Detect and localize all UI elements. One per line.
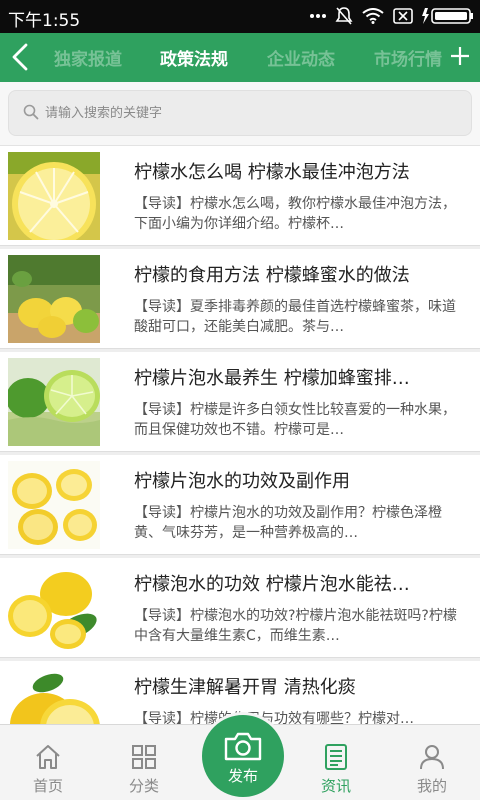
search-icon: [23, 104, 39, 120]
article-summary: 【导读】夏季排毒养颜的最佳首选柠檬蜂蜜茶，味道酸甜可口，还能美白减肥。茶与…: [134, 299, 456, 335]
tab-exclusive[interactable]: 独家报道: [54, 45, 122, 70]
article-summary: 【导读】柠檬片泡水的功效及副作用？柠檬色泽橙黄、气味芬芳，是一种营养极高的…: [134, 505, 442, 541]
category-tabs: 独家报道 政策法规 企业动态 市场行情: [42, 33, 444, 82]
top-nav: 独家报道 政策法规 企业动态 市场行情: [0, 33, 480, 82]
article-title: 柠檬水怎么喝 柠檬水最佳冲泡方法: [134, 162, 410, 183]
tab-market[interactable]: 市场行情: [374, 45, 442, 70]
tab-policy[interactable]: 政策法规: [160, 45, 228, 70]
article-item[interactable]: 柠檬水怎么喝 柠檬水最佳冲泡方法 【导读】柠檬水怎么喝，教你柠檬水最佳冲泡方法，…: [0, 146, 480, 246]
nav-mine-label: 我的: [416, 777, 447, 795]
nav-category[interactable]: 分类: [96, 725, 192, 800]
publish-label: 发布: [227, 767, 258, 785]
battery-icon: [422, 8, 473, 24]
article-summary: 【导读】柠檬水怎么喝，教你柠檬水最佳冲泡方法，下面小编为你详细介绍。柠檬杯…: [134, 196, 456, 232]
status-bar: 下午1:55: [0, 0, 480, 33]
lemon-leaves-thumbnail: [8, 564, 100, 652]
search-box[interactable]: [8, 90, 472, 136]
camera-icon: [224, 732, 262, 761]
status-icons: [310, 5, 474, 27]
mute-icon: [335, 7, 353, 25]
article-item[interactable]: 柠檬的食用方法 柠檬蜂蜜水的做法 【导读】夏季排毒养颜的最佳首选柠檬蜂蜜茶，味道…: [0, 249, 480, 349]
article-title: 柠檬生津解暑开胃 清热化痰: [134, 677, 356, 698]
search-input[interactable]: [45, 101, 445, 125]
lemon-half-thumbnail: [8, 667, 100, 724]
lemon-halves-thumbnail: [8, 461, 100, 549]
article-title: 柠檬片泡水最养生 柠檬加蜂蜜排…: [134, 368, 410, 389]
grid-icon: [132, 745, 156, 769]
nav-category-label: 分类: [128, 777, 159, 795]
article-title: 柠檬的食用方法 柠檬蜂蜜水的做法: [134, 265, 410, 286]
limes-water-thumbnail: [8, 358, 100, 446]
sim-icon: [393, 8, 413, 24]
article-item[interactable]: 柠檬泡水的功效 柠檬片泡水能祛… 【导读】柠檬泡水的功效?柠檬片泡水能祛斑吗?柠…: [0, 558, 480, 658]
article-summary: 【导读】柠檬的作用与功效有哪些？柠檬对…: [134, 711, 414, 724]
article-list: 柠檬水怎么喝 柠檬水最佳冲泡方法 【导读】柠檬水怎么喝，教你柠檬水最佳冲泡方法，…: [0, 146, 480, 724]
tab-company-news[interactable]: 企业动态: [267, 45, 335, 70]
article-item[interactable]: 柠檬片泡水的功效及副作用 【导读】柠檬片泡水的功效及副作用？柠檬色泽橙黄、气味芬…: [0, 455, 480, 555]
more-dots-icon: [310, 14, 326, 18]
lemons-basket-thumbnail: [8, 255, 100, 343]
article-title: 柠檬泡水的功效 柠檬片泡水能祛…: [134, 574, 410, 595]
status-time: 下午1:55: [8, 11, 81, 31]
nav-news[interactable]: 资讯: [288, 725, 384, 800]
publish-button[interactable]: 发布: [199, 712, 287, 800]
nav-news-label: 资讯: [320, 777, 351, 795]
wifi-icon: [362, 8, 384, 24]
article-item[interactable]: 柠檬片泡水最养生 柠檬加蜂蜜排… 【导读】柠檬是许多白领女性比较喜爱的一种水果，…: [0, 352, 480, 452]
article-summary: 【导读】柠檬是许多白领女性比较喜爱的一种水果，而且保健功效也不错。柠檬可是…: [134, 402, 456, 438]
search-bar: [0, 82, 480, 146]
plus-icon[interactable]: [448, 44, 472, 68]
nav-home-label: 首页: [32, 777, 63, 795]
news-icon: [325, 744, 347, 770]
article-summary: 【导读】柠檬泡水的功效?柠檬片泡水能祛斑吗?柠檬中含有大量维生素C，而维生素…: [134, 608, 457, 644]
home-icon: [36, 745, 60, 769]
lemon-slice-thumbnail: [8, 152, 100, 240]
nav-home[interactable]: 首页: [0, 725, 96, 800]
user-icon: [420, 745, 444, 770]
article-title: 柠檬片泡水的功效及副作用: [134, 471, 350, 492]
back-chevron-icon[interactable]: [8, 41, 36, 73]
nav-mine[interactable]: 我的: [384, 725, 480, 800]
